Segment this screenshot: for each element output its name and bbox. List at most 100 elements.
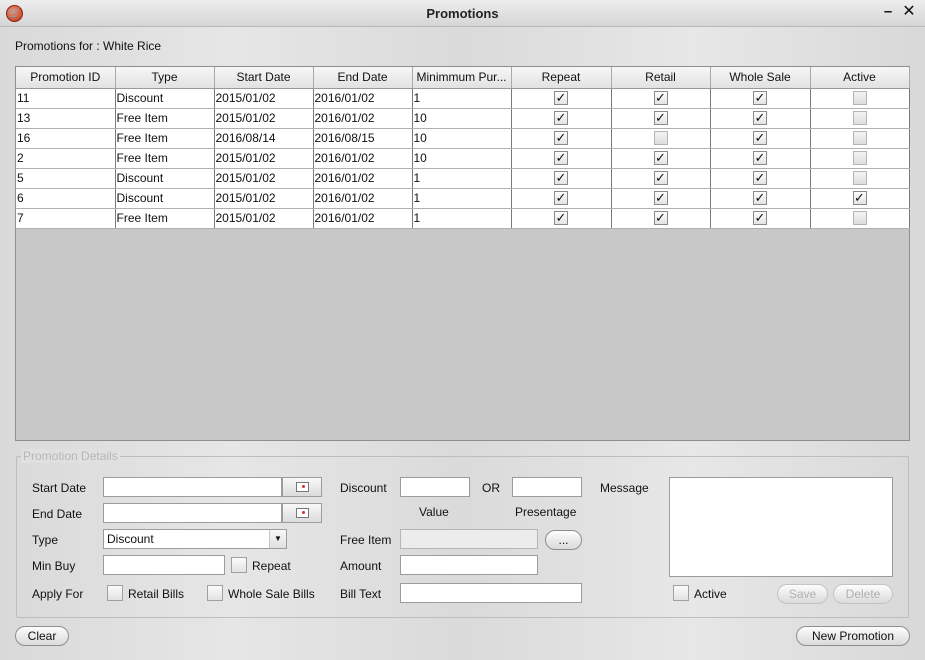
table-row[interactable]: 6 Discount 2015/01/02 2016/01/02 1 ✓ ✓ ✓ ✓	[16, 188, 910, 209]
end-date-picker-button[interactable]	[282, 503, 322, 523]
active-checkbox[interactable]	[852, 211, 867, 226]
start-date-field[interactable]	[103, 477, 282, 497]
column-header-type[interactable]: Type	[115, 67, 215, 89]
retail-checkbox[interactable]: ✓	[653, 111, 668, 126]
active-checkbox[interactable]	[852, 151, 867, 166]
cell-minimum-purchase[interactable]: 1	[412, 88, 512, 109]
whole-sale-checkbox[interactable]: ✓	[753, 151, 767, 166]
cell-start-date[interactable]: 2015/01/02	[214, 208, 314, 229]
whole-sale-checkbox[interactable]: ✓	[753, 91, 767, 106]
cell-minimum-purchase[interactable]: 1	[412, 208, 512, 229]
delete-button[interactable]: Delete	[833, 584, 893, 604]
cell-minimum-purchase[interactable]: 10	[412, 128, 512, 149]
cell-start-date[interactable]: 2015/01/02	[214, 108, 314, 129]
cell-type[interactable]: Free Item	[115, 148, 215, 169]
cell-type[interactable]: Discount	[115, 88, 215, 109]
repeat-checkbox[interactable]: ✓	[554, 171, 568, 186]
cell-start-date[interactable]: 2015/01/02	[214, 168, 314, 189]
wholesale-bills-checkbox[interactable]	[207, 585, 223, 601]
retail-bills-checkbox[interactable]	[107, 585, 123, 601]
column-header-promotion-id[interactable]: Promotion ID	[16, 67, 116, 89]
min-buy-field[interactable]	[103, 555, 225, 575]
column-header-active[interactable]: Active	[810, 67, 910, 89]
active-checkbox[interactable]	[852, 91, 867, 106]
retail-checkbox[interactable]: ✓	[653, 191, 668, 206]
active-checkbox[interactable]	[852, 131, 867, 146]
bill-text-field[interactable]	[400, 583, 582, 603]
column-header-minimum-purchase[interactable]: Minimmum Pur...	[412, 67, 512, 89]
cell-type[interactable]: Discount	[115, 168, 215, 189]
column-header-repeat[interactable]: Repeat	[511, 67, 612, 89]
cell-promotion-id[interactable]: 2	[16, 148, 116, 169]
cell-start-date[interactable]: 2016/08/14	[214, 128, 314, 149]
repeat-checkbox[interactable]: ✓	[554, 131, 568, 146]
cell-end-date[interactable]: 2016/01/02	[313, 108, 413, 129]
cell-promotion-id[interactable]: 11	[16, 88, 116, 109]
repeat-checkbox[interactable]: ✓	[554, 211, 568, 226]
whole-sale-checkbox[interactable]: ✓	[753, 131, 767, 146]
retail-checkbox[interactable]: ✓	[653, 151, 668, 166]
table-row[interactable]: 16 Free Item 2016/08/14 2016/08/15 10 ✓ ✓	[16, 128, 910, 149]
cell-start-date[interactable]: 2015/01/02	[214, 88, 314, 109]
whole-sale-checkbox[interactable]: ✓	[753, 211, 767, 226]
repeat-checkbox[interactable]: ✓	[554, 111, 568, 126]
table-row[interactable]: 13 Free Item 2015/01/02 2016/01/02 10 ✓ ✓ ✓	[16, 108, 910, 129]
cell-type[interactable]: Free Item	[115, 108, 215, 129]
retail-checkbox[interactable]: ✓	[653, 211, 668, 226]
whole-sale-checkbox[interactable]: ✓	[753, 171, 767, 186]
cell-start-date[interactable]: 2015/01/02	[214, 188, 314, 209]
cell-minimum-purchase[interactable]: 10	[412, 148, 512, 169]
save-button[interactable]: Save	[777, 584, 828, 604]
type-select[interactable]: Discount ▼	[103, 529, 287, 549]
browse-free-item-button[interactable]: ...	[545, 530, 582, 550]
table-row[interactable]: 5 Discount 2015/01/02 2016/01/02 1 ✓ ✓ ✓	[16, 168, 910, 189]
cell-promotion-id[interactable]: 6	[16, 188, 116, 209]
cell-promotion-id[interactable]: 5	[16, 168, 116, 189]
discount-percentage-field[interactable]	[512, 477, 582, 497]
repeat-checkbox[interactable]	[231, 557, 247, 573]
cell-end-date[interactable]: 2016/08/15	[313, 128, 413, 149]
new-promotion-button[interactable]: New Promotion	[796, 626, 910, 646]
repeat-checkbox[interactable]: ✓	[554, 91, 568, 106]
cell-end-date[interactable]: 2016/01/02	[313, 208, 413, 229]
cell-type[interactable]: Free Item	[115, 208, 215, 229]
whole-sale-checkbox[interactable]: ✓	[753, 111, 767, 126]
cell-minimum-purchase[interactable]: 10	[412, 108, 512, 129]
column-header-end-date[interactable]: End Date	[313, 67, 413, 89]
cell-end-date[interactable]: 2016/01/02	[313, 88, 413, 109]
amount-field[interactable]	[400, 555, 538, 575]
minimize-button[interactable]: –	[879, 3, 897, 21]
cell-type[interactable]: Discount	[115, 188, 215, 209]
cell-type[interactable]: Free Item	[115, 128, 215, 149]
start-date-picker-button[interactable]	[282, 477, 322, 497]
table-row[interactable]: 7 Free Item 2015/01/02 2016/01/02 1 ✓ ✓ ✓	[16, 208, 910, 229]
repeat-checkbox[interactable]: ✓	[554, 151, 568, 166]
repeat-checkbox[interactable]: ✓	[554, 191, 568, 206]
end-date-field[interactable]	[103, 503, 282, 523]
retail-checkbox[interactable]	[653, 131, 668, 146]
close-button[interactable]: ✕	[900, 3, 918, 21]
cell-minimum-purchase[interactable]: 1	[412, 168, 512, 189]
column-header-whole-sale[interactable]: Whole Sale	[710, 67, 811, 89]
message-textarea[interactable]	[669, 477, 893, 577]
column-header-start-date[interactable]: Start Date	[214, 67, 314, 89]
retail-checkbox[interactable]: ✓	[653, 91, 668, 106]
active-checkbox[interactable]	[852, 171, 867, 186]
column-header-retail[interactable]: Retail	[611, 67, 711, 89]
active-checkbox[interactable]	[673, 585, 689, 601]
cell-end-date[interactable]: 2016/01/02	[313, 168, 413, 189]
retail-checkbox[interactable]: ✓	[653, 171, 668, 186]
active-checkbox[interactable]	[852, 111, 867, 126]
cell-minimum-purchase[interactable]: 1	[412, 188, 512, 209]
cell-promotion-id[interactable]: 16	[16, 128, 116, 149]
active-checkbox[interactable]: ✓	[852, 191, 867, 206]
table-row[interactable]: 11 Discount 2015/01/02 2016/01/02 1 ✓ ✓ ✓	[16, 88, 910, 109]
cell-end-date[interactable]: 2016/01/02	[313, 148, 413, 169]
cell-end-date[interactable]: 2016/01/02	[313, 188, 413, 209]
cell-start-date[interactable]: 2015/01/02	[214, 148, 314, 169]
table-row[interactable]: 2 Free Item 2015/01/02 2016/01/02 10 ✓ ✓ ✓	[16, 148, 910, 169]
chevron-down-icon[interactable]: ▼	[269, 530, 286, 548]
cell-promotion-id[interactable]: 13	[16, 108, 116, 129]
cell-promotion-id[interactable]: 7	[16, 208, 116, 229]
discount-value-field[interactable]	[400, 477, 470, 497]
